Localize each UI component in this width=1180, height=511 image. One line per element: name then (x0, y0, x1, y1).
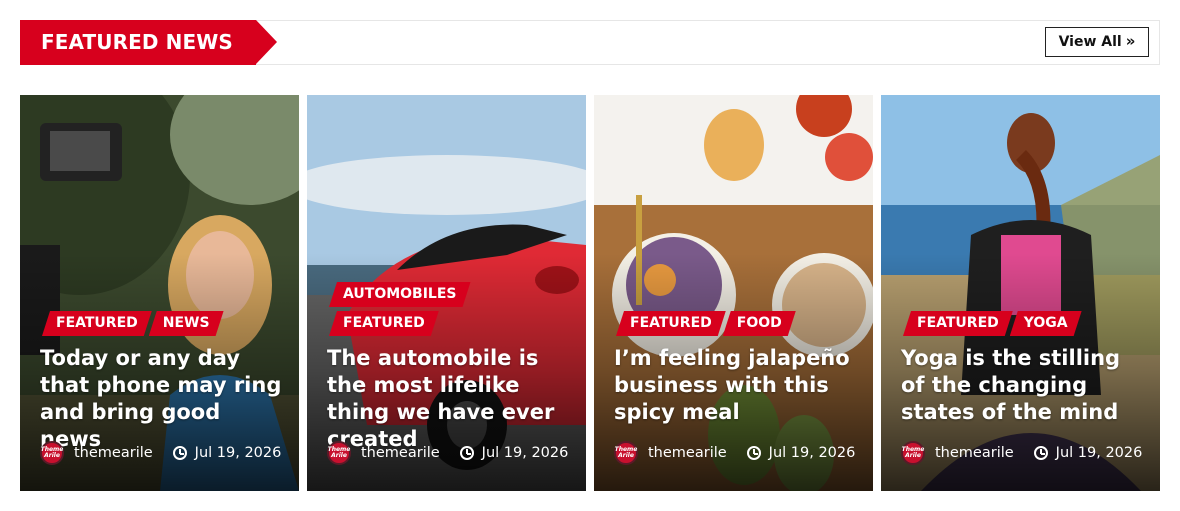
card-title[interactable]: The automobile is the most lifelike thin… (327, 345, 574, 453)
news-card[interactable]: AUTOMOBILES FEATURED The automobile is t… (307, 95, 586, 491)
category-tag-food[interactable]: FOOD (723, 311, 796, 336)
card-title[interactable]: Today or any day that phone may ring and… (40, 345, 287, 453)
card-meta: Theme Arile themearile Jul 19, 2026 (40, 440, 281, 466)
category-tag-featured[interactable]: FEATURED (616, 311, 726, 336)
section-header: FEATURED NEWS View All» (20, 20, 1160, 65)
post-date: Jul 19, 2026 (1055, 445, 1143, 461)
news-card[interactable]: FEATURED YOGA Yoga is the stilling of th… (881, 95, 1160, 491)
author-name[interactable]: themearile (648, 445, 727, 461)
post-date: Jul 19, 2026 (194, 445, 282, 461)
clock-icon (1033, 446, 1048, 460)
category-tag-featured[interactable]: FEATURED (42, 311, 152, 336)
category-tag-featured[interactable]: FEATURED (903, 311, 1013, 336)
card-overlay (594, 95, 873, 491)
card-meta: Theme Arile themearile Jul 19, 2026 (327, 440, 568, 466)
clock-icon (459, 446, 474, 460)
avatar: Theme Arile (901, 441, 925, 465)
avatar: Theme Arile (327, 441, 351, 465)
author-name[interactable]: themearile (361, 445, 440, 461)
category-tag-news[interactable]: NEWS (149, 311, 224, 336)
card-title[interactable]: I’m feeling jalapeño business with this … (614, 345, 861, 426)
card-overlay (881, 95, 1160, 491)
clock-icon (746, 446, 761, 460)
view-all-label: View All (1058, 34, 1122, 50)
post-date: Jul 19, 2026 (481, 445, 569, 461)
post-date: Jul 19, 2026 (768, 445, 856, 461)
card-meta: Theme Arile themearile Jul 19, 2026 (901, 440, 1142, 466)
view-all-button[interactable]: View All» (1045, 27, 1149, 57)
double-chevron-right-icon: » (1125, 32, 1136, 50)
card-title[interactable]: Yoga is the stilling of the changing sta… (901, 345, 1148, 426)
avatar: Theme Arile (40, 441, 64, 465)
section-title: FEATURED NEWS (20, 20, 277, 65)
avatar: Theme Arile (614, 441, 638, 465)
category-tag-featured[interactable]: FEATURED (329, 311, 439, 336)
featured-news-cards: FEATURED NEWS Today or any day that phon… (20, 95, 1160, 491)
author-name[interactable]: themearile (935, 445, 1014, 461)
news-card[interactable]: FEATURED FOOD I’m feeling jalapeño busin… (594, 95, 873, 491)
author-name[interactable]: themearile (74, 445, 153, 461)
card-meta: Theme Arile themearile Jul 19, 2026 (614, 440, 855, 466)
clock-icon (172, 446, 187, 460)
category-tag-yoga[interactable]: YOGA (1010, 311, 1082, 336)
news-card[interactable]: FEATURED NEWS Today or any day that phon… (20, 95, 299, 491)
category-tag-automobiles[interactable]: AUTOMOBILES (329, 282, 471, 307)
